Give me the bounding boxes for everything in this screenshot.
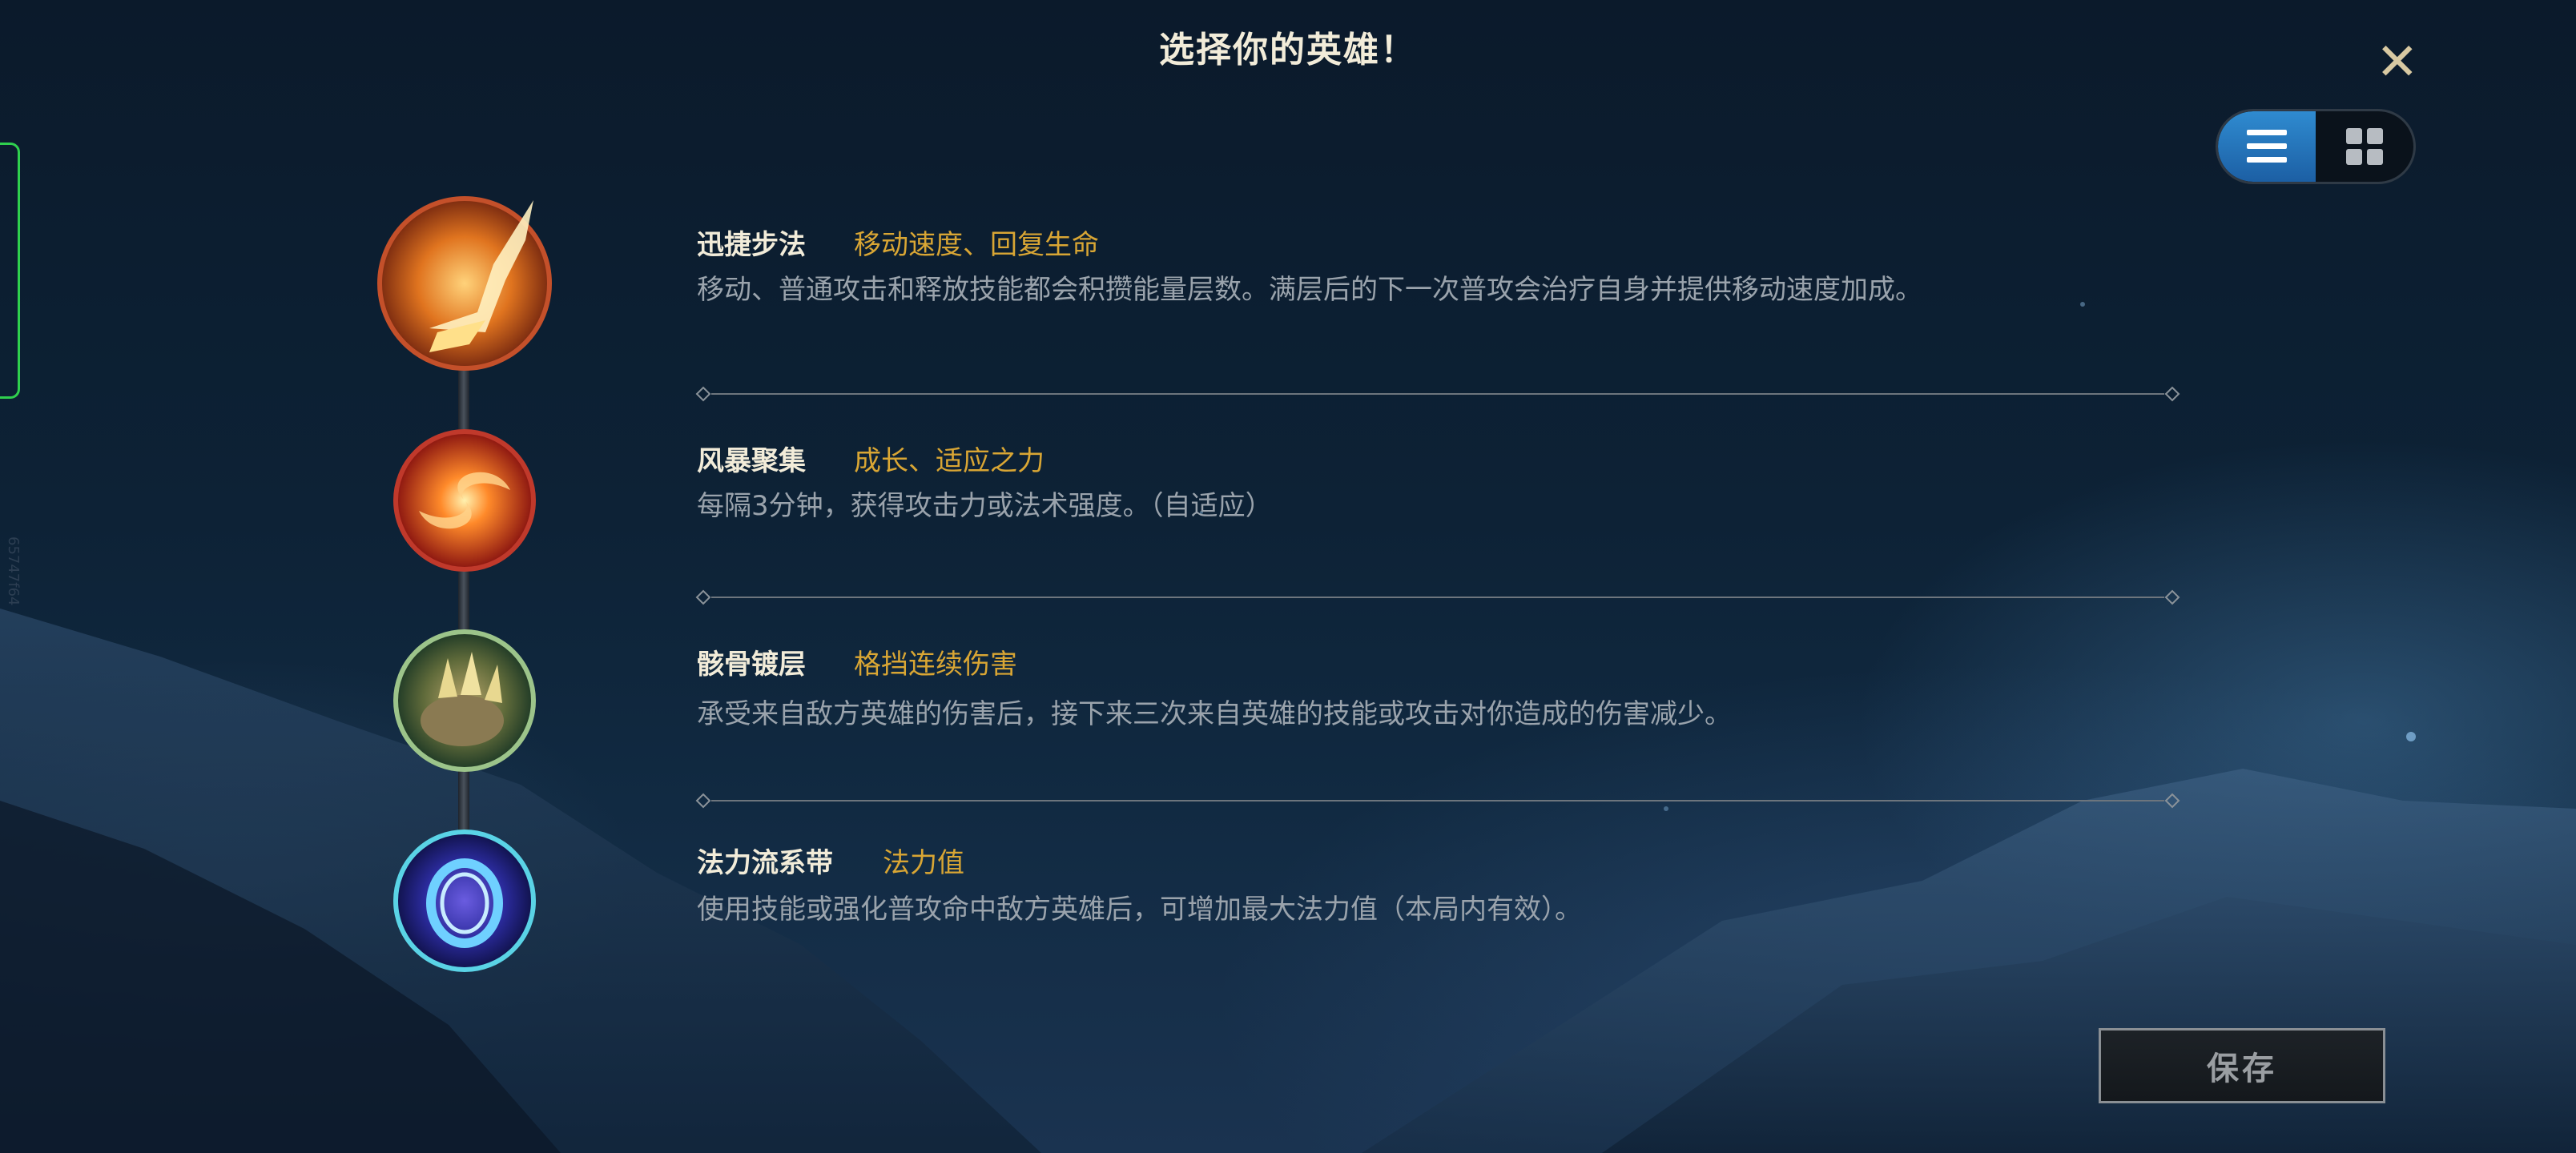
save-button[interactable]: 保存	[2099, 1028, 2385, 1103]
rune-name-bone-plating: 骸骨镀层	[697, 649, 806, 681]
rune-name-gathering-storm: 风暴聚集	[697, 445, 806, 477]
grid-view-button[interactable]	[2316, 111, 2413, 182]
rune-tags-bone-plating: 格挡连续伤害	[854, 649, 1017, 681]
rune-item-gathering-storm[interactable]	[390, 426, 539, 575]
grid-icon	[2346, 128, 2383, 165]
list-view-button[interactable]	[2218, 111, 2316, 182]
rune-desc-gathering-storm: 每隔3分钟，获得攻击力或法术强度。（自适应）	[697, 490, 1273, 522]
close-icon: ✕	[2376, 33, 2419, 92]
rune-tags-gathering-storm: 成长、适应之力	[854, 445, 1044, 477]
gathering-storm-icon	[393, 429, 536, 572]
rune-desc-manaflow-band: 使用技能或强化普攻命中敌方英雄后，可增加最大法力值（本局内有效）。	[697, 894, 1582, 926]
rune-name-manaflow-band: 法力流系带	[697, 847, 833, 879]
rune-name-fleet-footwork: 迅捷步法	[697, 229, 806, 261]
manaflow-band-icon	[393, 830, 536, 972]
divider	[695, 793, 2180, 809]
fleet-footwork-icon	[377, 196, 552, 371]
rune-desc-bone-plating: 承受来自敌方英雄的伤害后，接下来三次来自英雄的技能或攻击对你造成的伤害减少。	[697, 698, 1732, 730]
rune-tags-manaflow-band: 法力值	[883, 847, 964, 879]
bone-plating-icon	[393, 629, 536, 772]
background-mountains	[0, 302, 2576, 1153]
rune-item-fleet-footwork[interactable]	[373, 192, 556, 375]
close-button[interactable]: ✕	[2376, 37, 2419, 88]
list-icon	[2247, 130, 2287, 163]
page-title: 选择你的英雄！	[1159, 30, 1417, 70]
rune-desc-fleet-footwork: 移动、普通攻击和释放技能都会积攒能量层数。满层后的下一次普攻会治疗自身并提供移动…	[697, 274, 1922, 306]
side-tab-handle[interactable]	[0, 143, 20, 399]
divider	[695, 386, 2180, 402]
divider	[695, 589, 2180, 605]
view-toggle	[2216, 109, 2416, 184]
side-id-text: 65747f64	[5, 536, 22, 606]
rune-item-bone-plating[interactable]	[390, 626, 539, 775]
rune-item-manaflow-band[interactable]	[390, 826, 539, 975]
rune-tags-fleet-footwork: 移动速度、回复生命	[854, 229, 1099, 261]
